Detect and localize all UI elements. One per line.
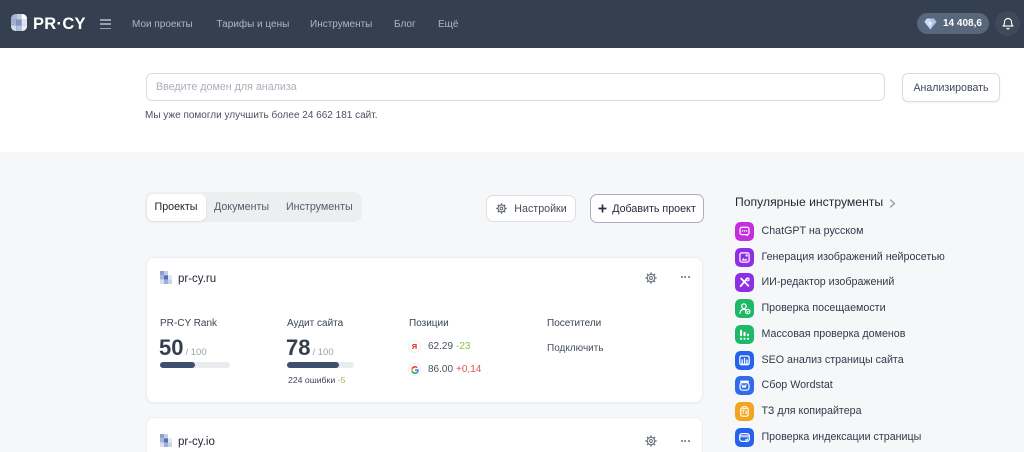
- svg-text:Тз: Тз: [742, 410, 748, 416]
